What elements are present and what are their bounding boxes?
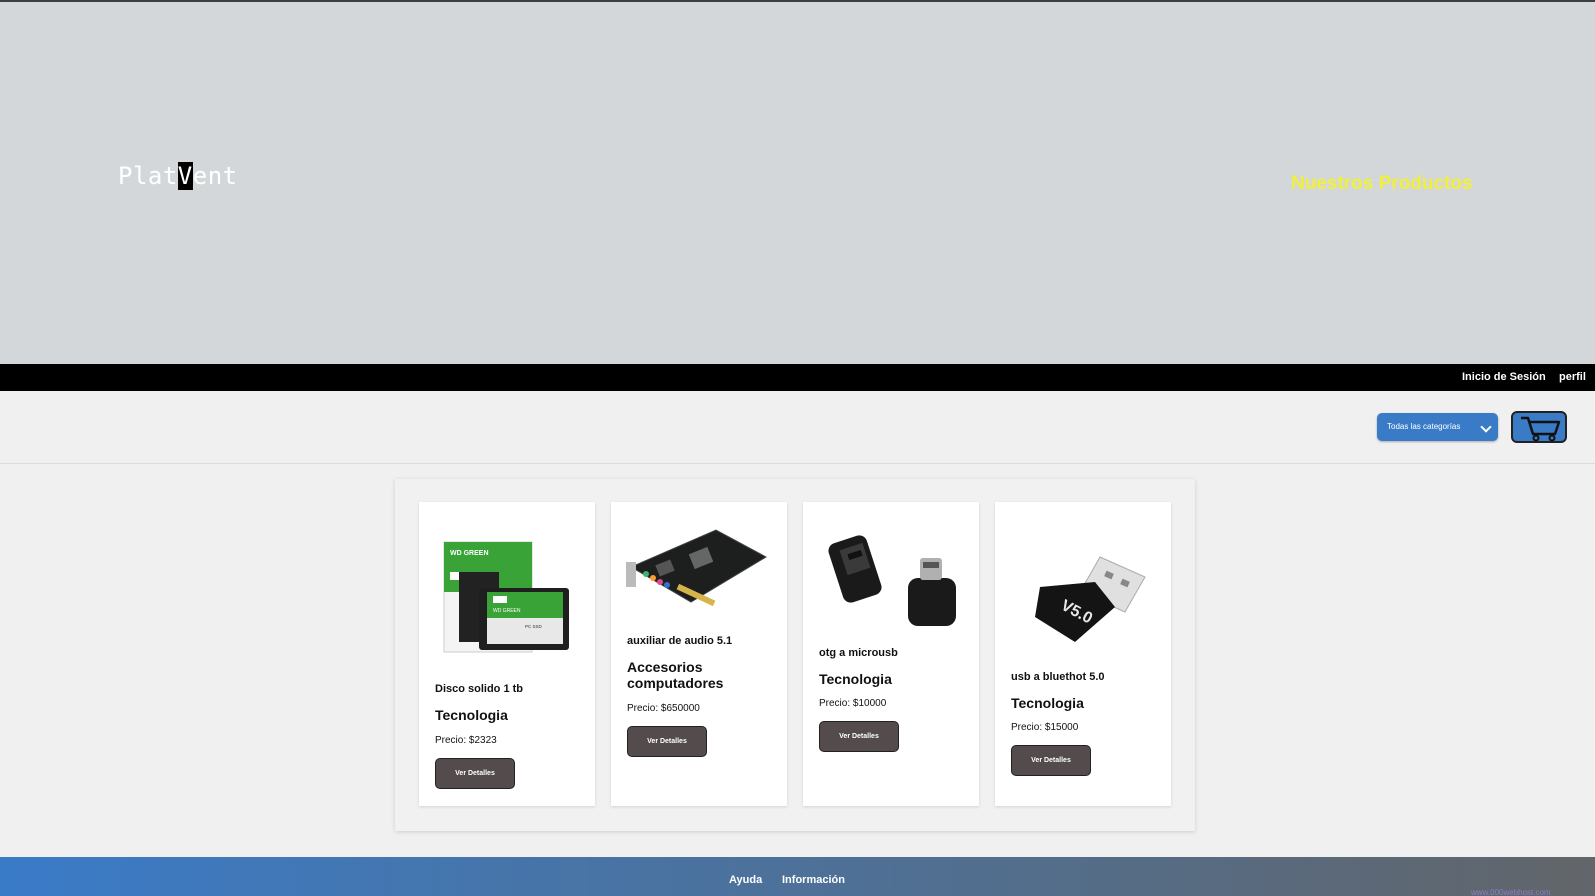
- view-details-button[interactable]: Ver Detalles: [627, 726, 707, 757]
- product-price: Precio: $650000: [627, 703, 700, 714]
- product-category: Accesorios computadores: [627, 659, 724, 691]
- product-price: Precio: $15000: [1011, 722, 1079, 733]
- footer: Ayuda Información www.000webhost.com: [0, 857, 1595, 896]
- logo-text-start: Plat: [118, 162, 178, 190]
- cart-button[interactable]: [1511, 411, 1567, 443]
- help-link[interactable]: Ayuda: [729, 874, 762, 886]
- info-link[interactable]: Información: [782, 874, 845, 886]
- hosting-badge[interactable]: www.000webhost.com: [1471, 889, 1595, 896]
- bluetooth-dongle-image: V5.0: [1035, 556, 1146, 642]
- view-details-button[interactable]: Ver Detalles: [819, 721, 899, 752]
- product-card: auxiliar de audio 5.1 Accesorios computa…: [611, 502, 787, 806]
- chevron-down-icon: [1480, 421, 1492, 433]
- profile-link[interactable]: perfil: [1559, 371, 1586, 383]
- top-navbar: Inicio de Sesión perfil: [0, 364, 1595, 391]
- category-select-value: Todas las categorías: [1387, 422, 1461, 431]
- ssd-image: WD GREEN WD GREEN PC SSD: [443, 541, 569, 653]
- product-name: Disco solido 1 tb: [435, 683, 524, 695]
- login-link[interactable]: Inicio de Sesión: [1462, 371, 1546, 383]
- svg-text:WD GREEN: WD GREEN: [493, 608, 521, 614]
- filter-toolbar: Todas las categorías: [0, 391, 1595, 464]
- product-price: Precio: $2323: [435, 735, 497, 746]
- product-card: WD GREEN WD GREEN PC SSD Disco solido 1 …: [419, 502, 595, 806]
- our-products-link[interactable]: Nuestros Productos: [1291, 173, 1473, 195]
- product-category: Tecnologia: [819, 671, 892, 687]
- product-category: Tecnologia: [435, 707, 508, 723]
- product-card: otg a microusb Tecnologia Precio: $10000…: [803, 502, 979, 806]
- product-name: auxiliar de audio 5.1: [627, 635, 733, 647]
- logo-text-cursor: V: [177, 162, 193, 190]
- sound-card-image: [626, 529, 768, 607]
- product-card: V5.0 usb a bluethot 5.0 Tecnologia Preci…: [995, 502, 1171, 806]
- product-panel: WD GREEN WD GREEN PC SSD Disco solido 1 …: [395, 479, 1195, 831]
- hero-banner: PlatVent Nuestros Productos: [0, 0, 1595, 364]
- svg-text:PC SSD: PC SSD: [525, 624, 543, 629]
- product-price: Precio: $10000: [819, 698, 887, 709]
- logo-text-end: ent: [192, 162, 238, 190]
- site-logo[interactable]: PlatVent: [118, 162, 238, 190]
- view-details-button[interactable]: Ver Detalles: [435, 758, 515, 789]
- product-name: usb a bluethot 5.0: [1011, 671, 1105, 683]
- otg-adapter-image: [828, 535, 956, 626]
- view-details-button[interactable]: Ver Detalles: [1011, 745, 1091, 776]
- product-name: otg a microusb: [819, 647, 898, 659]
- product-category: Tecnologia: [1011, 695, 1084, 711]
- cart-icon: [1521, 416, 1561, 442]
- category-select[interactable]: Todas las categorías: [1377, 413, 1498, 441]
- svg-text:WD GREEN: WD GREEN: [450, 550, 489, 557]
